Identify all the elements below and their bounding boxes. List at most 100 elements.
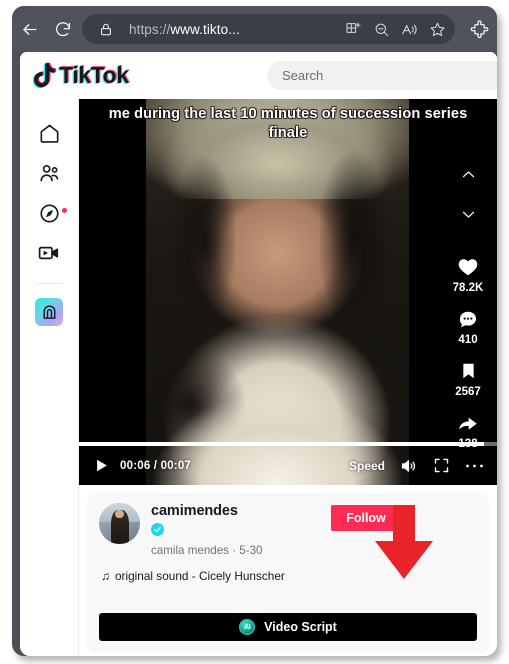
previous-video-button[interactable] [453, 161, 483, 187]
next-video-button[interactable] [453, 201, 483, 227]
author-row: camimendes camila mendes · 5-30 [99, 503, 477, 557]
music-row[interactable]: ♫ original sound - Cicely Hunscher [101, 569, 477, 583]
sidebar-item-for-you[interactable] [29, 115, 69, 151]
left-sidebar [20, 99, 79, 656]
avatar-head [115, 509, 124, 518]
verified-row [151, 522, 262, 537]
like-button[interactable]: 78.2K [452, 253, 484, 294]
follow-button[interactable]: Follow [331, 505, 401, 531]
url-text[interactable]: https://www.tikto... [120, 22, 339, 37]
browser-window: https://www.tikto... TikTok TikTok TikTo… [12, 6, 497, 656]
tiktok-logo[interactable]: TikTok [32, 61, 130, 91]
page-body: me during the last 10 minutes of success… [20, 99, 497, 656]
favorite-button[interactable] [423, 16, 451, 42]
sidebar-item-profile[interactable] [29, 294, 69, 330]
split-screen-button[interactable] [339, 16, 367, 42]
tiktok-wordmark: TikTok [58, 61, 130, 89]
video-script-button[interactable]: AI Video Script [99, 613, 477, 641]
heart-icon-wrap [453, 253, 483, 281]
video-action-rail: 78.2K 410 2567 [439, 99, 497, 485]
bookmark-count: 2567 [455, 386, 481, 398]
video-player[interactable]: me during the last 10 minutes of success… [79, 99, 497, 485]
volume-icon [401, 459, 415, 472]
speed-button[interactable]: Speed [349, 459, 385, 473]
explore-notification-dot [62, 208, 67, 213]
tiktok-wordmark-text: TikTok [59, 62, 129, 88]
like-count: 78.2K [452, 282, 484, 294]
post-info-wrapper: camimendes camila mendes · 5-30 Follow ♫… [79, 485, 497, 656]
video-frame[interactable] [146, 99, 409, 485]
share-arrow-icon [459, 417, 477, 430]
video-script-label: Video Script [264, 620, 337, 634]
compass-icon [39, 203, 59, 223]
home-icon [40, 124, 58, 143]
author-meta: camimendes camila mendes · 5-30 [151, 503, 262, 557]
ai-badge-text: AI [243, 623, 251, 631]
bookmark-button[interactable]: 2567 [453, 357, 483, 398]
site-lock-icon[interactable] [92, 16, 120, 42]
verified-check-icon [154, 526, 161, 533]
author-username[interactable]: camimendes [151, 503, 262, 520]
fullscreen-button[interactable] [431, 456, 451, 476]
people-icon [39, 164, 58, 181]
arch-glyph-icon [42, 304, 56, 319]
video-controls-right: Speed [349, 456, 484, 476]
comment-icon [459, 311, 477, 327]
music-title: original sound - Cicely Hunscher [115, 568, 285, 583]
comment-icon-wrap [453, 305, 483, 333]
video-hair-right-region [319, 137, 404, 393]
content-column: me during the last 10 minutes of success… [79, 99, 497, 656]
share-icon-wrap [453, 409, 483, 437]
read-aloud-icon [401, 24, 417, 34]
puzzle-piece-icon [470, 19, 488, 38]
back-button[interactable] [12, 12, 46, 46]
profile-avatar-icon [35, 298, 63, 326]
reload-icon [56, 22, 71, 37]
tiktok-header: TikTok Search [20, 52, 497, 99]
comment-count: 410 [458, 334, 478, 346]
tiktok-note-icon [32, 62, 58, 89]
zoom-out-icon [375, 23, 388, 36]
url-rest: www.tikto... [170, 21, 240, 37]
more-options-button[interactable] [464, 456, 484, 476]
avatar[interactable] [99, 503, 140, 544]
heart-icon [458, 259, 478, 276]
read-aloud-button[interactable] [395, 16, 423, 42]
author-nickname-date: camila mendes · 5-30 [151, 543, 263, 557]
favorite-star-icon [429, 22, 445, 36]
sidebar-item-live[interactable] [29, 235, 69, 271]
video-controls: 00:06 / 00:07 Speed [79, 446, 497, 485]
page-viewport: TikTok Search [20, 52, 497, 656]
video-time-display: 00:06 / 00:07 [120, 459, 192, 472]
extensions-button[interactable] [461, 12, 497, 46]
sidebar-item-explore[interactable] [29, 195, 69, 231]
ellipsis-icon [465, 464, 483, 467]
sidebar-item-following[interactable] [29, 155, 69, 191]
ai-hexagon-icon: AI [239, 619, 256, 635]
split-screen-icon [346, 22, 361, 33]
lock-icon [101, 23, 111, 35]
post-info-card: camimendes camila mendes · 5-30 Follow ♫… [87, 493, 489, 653]
chevron-up-icon [462, 170, 474, 177]
comment-button[interactable]: 410 [453, 305, 483, 346]
screenshot-root: https://www.tikto... TikTok TikTok TikTo… [0, 0, 509, 664]
back-arrow-icon [22, 23, 36, 35]
chevron-down-icon [462, 211, 474, 218]
play-button[interactable] [91, 456, 111, 476]
reload-button[interactable] [46, 12, 80, 46]
bookmark-icon [462, 363, 474, 379]
address-bar[interactable]: https://www.tikto... [82, 14, 455, 44]
music-note-logo-icon [32, 62, 57, 89]
video-caption-overlay: me during the last 10 minutes of success… [108, 106, 468, 141]
bookmark-icon-wrap [453, 357, 483, 385]
url-scheme: https:// [129, 21, 171, 37]
fullscreen-icon [434, 458, 448, 473]
live-video-icon [38, 246, 59, 260]
browser-toolbar: https://www.tikto... [12, 6, 497, 52]
volume-button[interactable] [398, 456, 418, 476]
status-badge [151, 522, 164, 536]
zoom-out-button[interactable] [367, 16, 395, 42]
music-note-icon: ♫ [101, 568, 110, 583]
play-icon [96, 459, 107, 472]
search-bar[interactable]: Search [267, 61, 497, 90]
